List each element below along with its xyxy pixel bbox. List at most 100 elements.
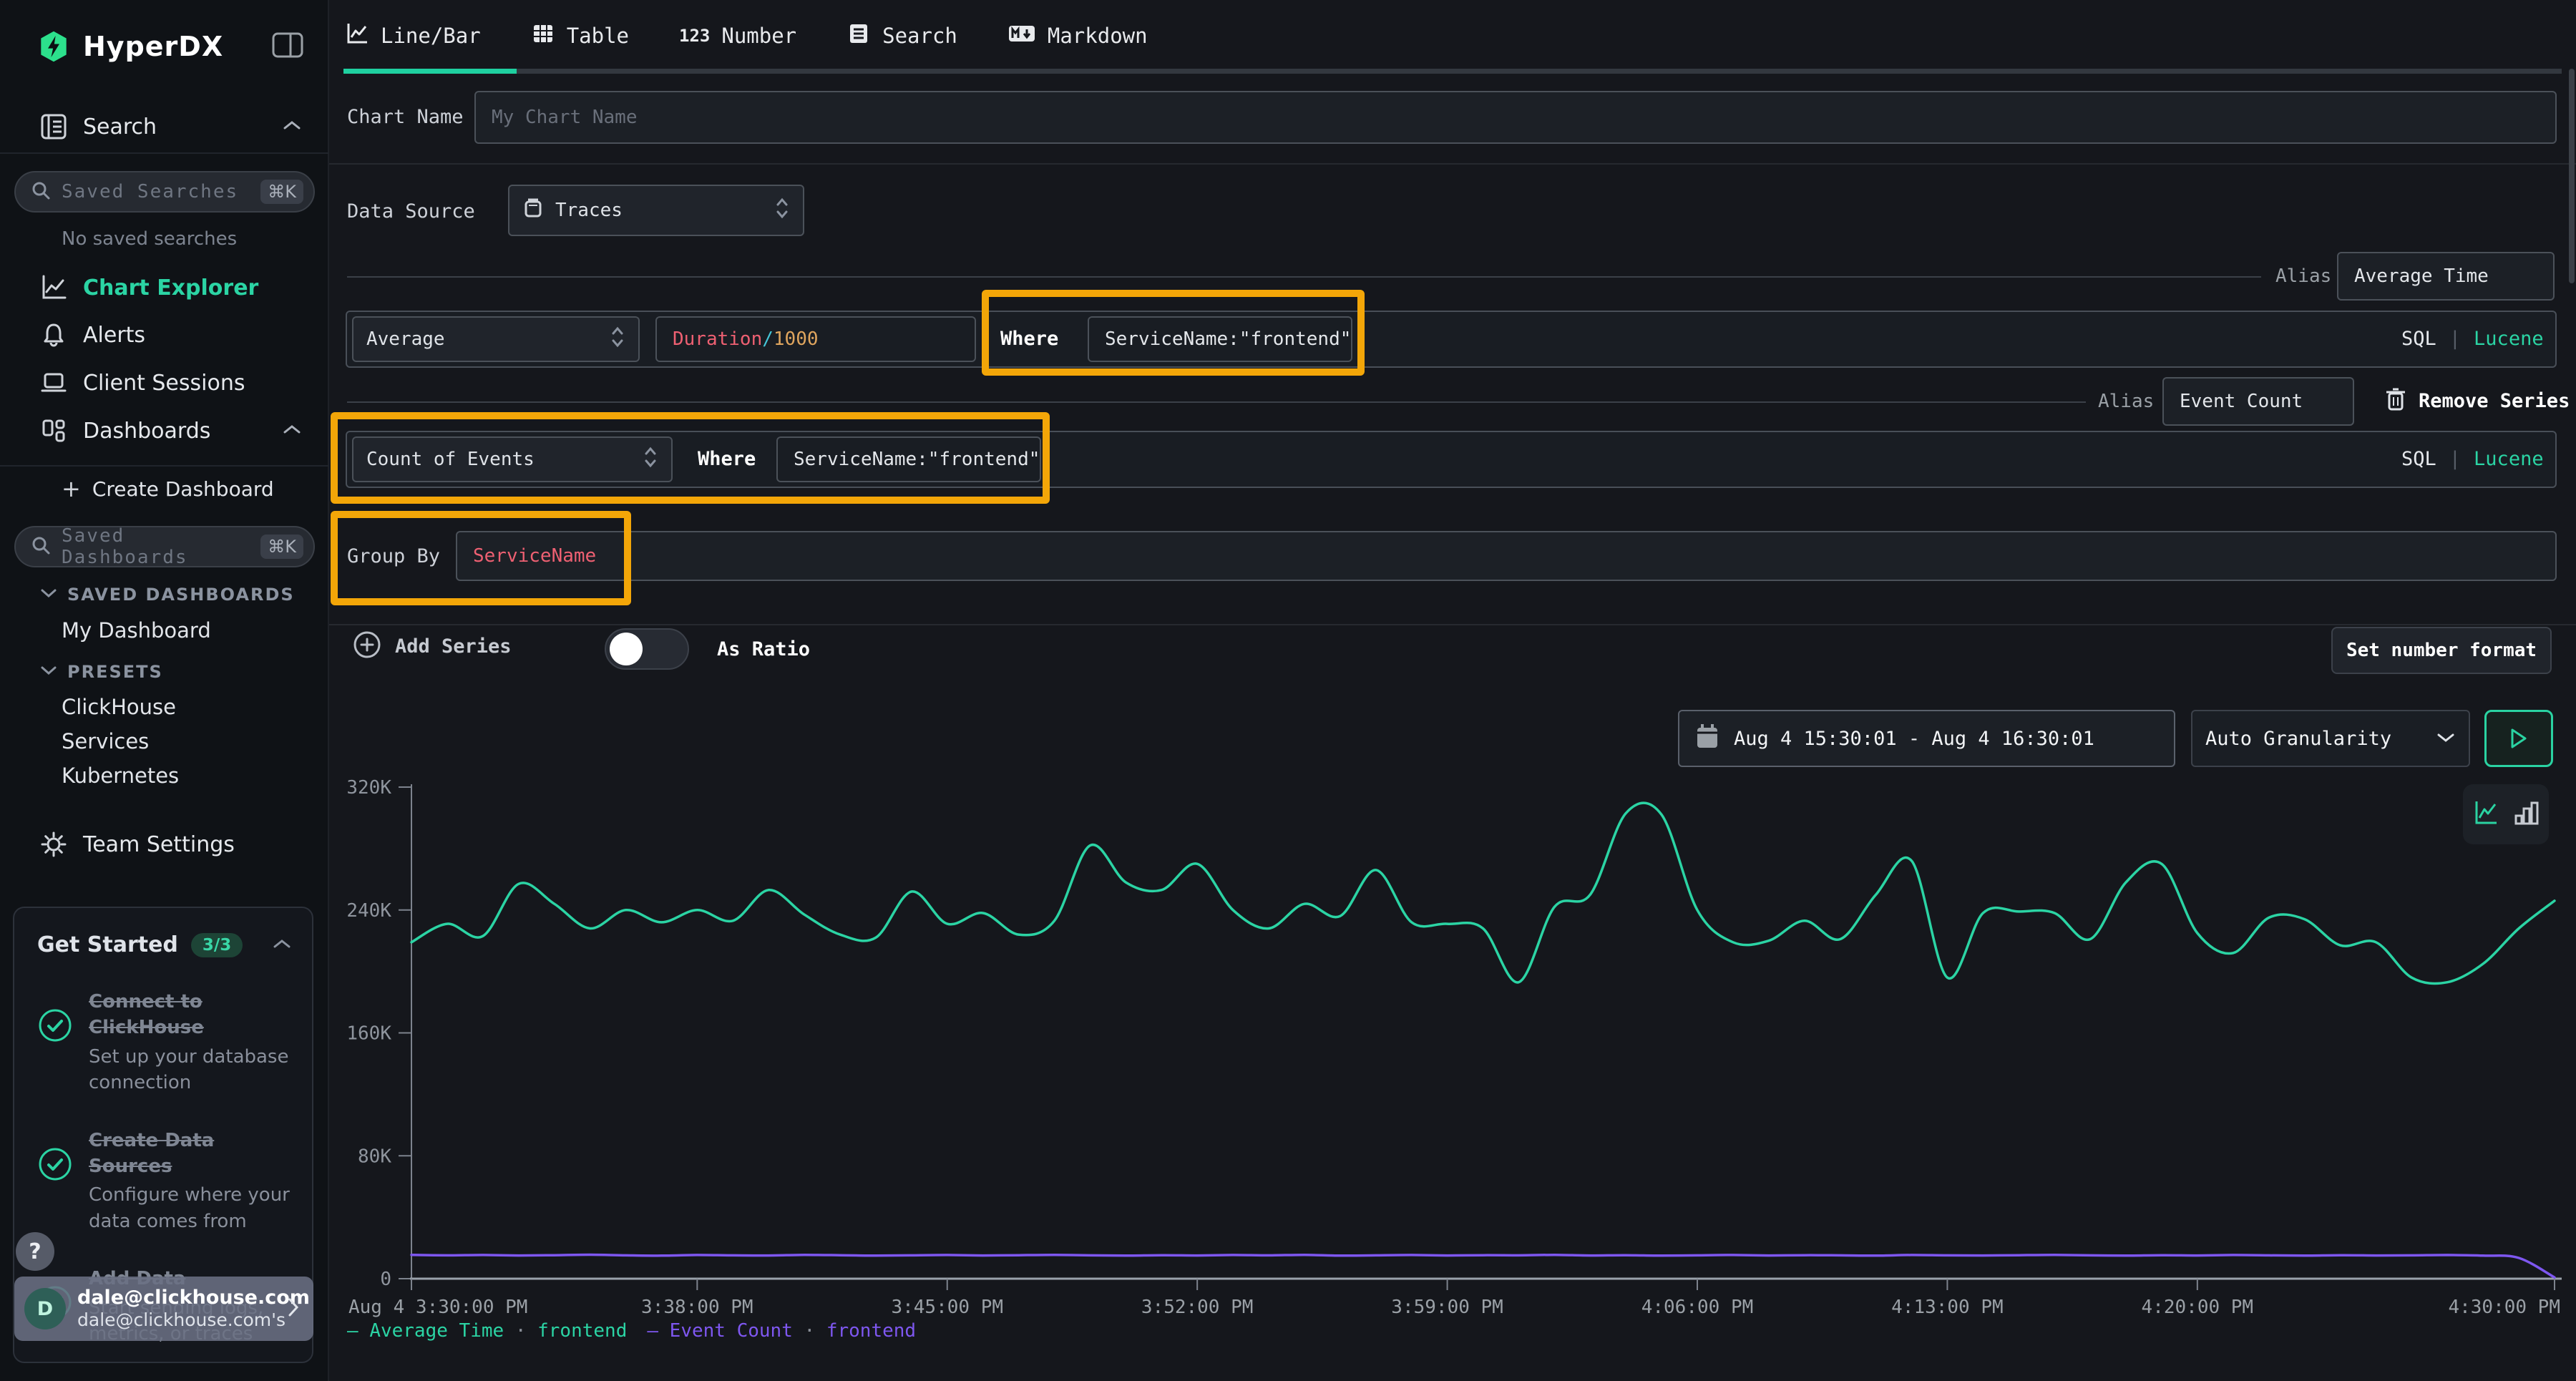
series2-language-switch: SQL | Lucene [2401, 448, 2544, 470]
get-started-step-sources[interactable]: Create Data Sources Configure where your… [37, 1128, 292, 1235]
svg-text:160K: 160K [346, 1023, 391, 1045]
check-circle-icon [37, 1128, 74, 1235]
sidebar-item-alerts[interactable]: Alerts [0, 313, 329, 356]
sidebar-item-my-dashboard[interactable]: My Dashboard [0, 613, 329, 648]
search-section-icon [37, 112, 70, 141]
get-started-title: Get Started [37, 932, 178, 957]
shortcut-badge: ⌘K [260, 180, 303, 204]
series2-aggregation-select[interactable]: Count of Events [352, 436, 673, 482]
calendar-icon [1695, 723, 1719, 755]
collapse-sidebar-icon[interactable] [272, 31, 303, 62]
add-series-button[interactable]: Add Series [352, 630, 512, 663]
sidebar-item-team-settings[interactable]: Team Settings [0, 823, 329, 866]
series2-where-input[interactable]: ServiceName:"frontend" [776, 436, 1041, 482]
group-by-input[interactable]: ServiceName [456, 531, 2557, 581]
lucene-option[interactable]: Lucene [2474, 448, 2544, 470]
svg-text:4:13:00 PM: 4:13:00 PM [1891, 1297, 2004, 1318]
svg-text:3:38:00 PM: 3:38:00 PM [641, 1297, 753, 1318]
sidebar-item-chart-explorer[interactable]: Chart Explorer [0, 266, 329, 309]
alias-label: Alias [2098, 391, 2154, 412]
saved-searches-input[interactable]: Saved Searches ⌘K [14, 171, 315, 213]
number-tab-icon: 123 [679, 26, 710, 46]
main-content: Line/Bar Table 123 Number Search Markdow… [329, 0, 2576, 1381]
tab-line-bar[interactable]: Line/Bar [345, 21, 481, 51]
legend-item-event-count[interactable]: — Event Count · frontend [647, 1320, 916, 1342]
laptop-icon [37, 369, 70, 397]
svg-text:320K: 320K [346, 777, 391, 799]
help-button[interactable]: ? [16, 1232, 54, 1271]
team-settings-label: Team Settings [83, 832, 235, 857]
check-circle-icon [37, 989, 74, 1096]
saved-dashboards-placeholder: Saved Dashboards [62, 525, 260, 568]
series1-language-switch: SQL | Lucene [2401, 328, 2544, 350]
alias-label: Alias [2275, 265, 2331, 287]
chart-line-icon [37, 273, 70, 302]
create-dashboard-button[interactable]: + Create Dashboard [0, 469, 329, 509]
sidebar-item-search[interactable]: Search [0, 104, 329, 149]
sql-option[interactable]: SQL [2401, 328, 2436, 350]
alerts-label: Alerts [83, 323, 145, 348]
user-menu[interactable]: D dale@clickhouse.com dale@clickhouse.co… [14, 1277, 313, 1341]
play-icon [2509, 728, 2528, 749]
select-chevrons-icon [643, 444, 658, 475]
svg-text:80K: 80K [358, 1146, 391, 1167]
divider [0, 465, 329, 467]
table-tab-icon [531, 21, 555, 51]
group-by-label: Group By [347, 545, 440, 567]
scrollbar-thumb[interactable] [2569, 69, 2575, 283]
sidebar-item-dashboards[interactable]: Dashboards [0, 409, 329, 452]
saved-dashboards-input[interactable]: Saved Dashboards ⌘K [14, 526, 315, 567]
user-subtitle: dale@clickhouse.com's [77, 1309, 275, 1331]
series1-field-input[interactable]: Duration/1000 [655, 316, 976, 362]
tab-search[interactable]: Search [847, 21, 957, 51]
dashboards-label: Dashboards [83, 419, 210, 444]
section-presets[interactable]: PRESETS [0, 655, 329, 688]
lucene-option[interactable]: Lucene [2474, 328, 2544, 350]
chevron-right-icon [286, 1297, 301, 1321]
search-section-label: Search [83, 114, 157, 140]
tab-number[interactable]: 123 Number [679, 24, 796, 48]
get-started-step-connect[interactable]: Connect to ClickHouse Set up your databa… [37, 989, 292, 1096]
user-email: dale@clickhouse.com [77, 1287, 275, 1309]
sql-option[interactable]: SQL [2401, 448, 2436, 470]
get-started-progress-badge: 3/3 [191, 933, 243, 957]
series1-aggregation-select[interactable]: Average [352, 316, 640, 362]
chart-name-input[interactable]: My Chart Name [474, 91, 2557, 144]
sidebar-item-kubernetes[interactable]: Kubernetes [0, 758, 329, 793]
svg-text:3:52:00 PM: 3:52:00 PM [1141, 1297, 1254, 1318]
time-range-value: Aug 4 15:30:01 - Aug 4 16:30:01 [1734, 728, 2094, 750]
series1-where-label: Where [1000, 328, 1058, 350]
legend-item-average-time[interactable]: — Average Time · frontend [347, 1320, 627, 1342]
chevron-up-icon[interactable] [272, 937, 292, 953]
shortcut-badge: ⌘K [260, 535, 303, 559]
set-number-format-button[interactable]: Set number format [2331, 627, 2552, 674]
avatar: D [24, 1288, 66, 1329]
series1-alias-input[interactable]: Average Time [2337, 252, 2555, 301]
dashboards-grid-icon [37, 416, 70, 445]
chevron-up-icon [282, 119, 302, 135]
remove-series-button[interactable]: Remove Series [2384, 386, 2570, 415]
svg-text:3:45:00 PM: 3:45:00 PM [891, 1297, 1003, 1318]
data-source-select[interactable]: Traces [508, 185, 804, 236]
tab-table[interactable]: Table [531, 21, 629, 51]
tab-markdown[interactable]: Markdown [1008, 21, 1148, 51]
search-tab-icon [847, 21, 871, 51]
svg-text:4:20:00 PM: 4:20:00 PM [2142, 1297, 2254, 1318]
as-ratio-toggle[interactable] [605, 628, 689, 670]
divider [347, 276, 2261, 278]
no-saved-searches-text: No saved searches [0, 223, 329, 255]
markdown-tab-icon [1008, 21, 1036, 51]
database-icon [522, 196, 544, 225]
chevron-down-icon [40, 665, 57, 679]
sidebar-item-services[interactable]: Services [0, 724, 329, 758]
chart-type-tabs: Line/Bar Table 123 Number Search Markdow… [329, 0, 2576, 72]
sidebar-item-clickhouse[interactable]: ClickHouse [0, 690, 329, 724]
section-saved-dashboards[interactable]: SAVED DASHBOARDS [0, 578, 329, 611]
series2-alias-input[interactable]: Event Count [2162, 377, 2354, 426]
search-icon [30, 535, 52, 559]
series1-where-input[interactable]: ServiceName:"frontend" [1088, 316, 1352, 362]
divider [0, 152, 329, 154]
as-ratio-label: As Ratio [717, 638, 810, 660]
sidebar-item-client-sessions[interactable]: Client Sessions [0, 361, 329, 404]
chart-canvas[interactable]: 080K160K240K320KAug 4 3:30:00 PM3:38:00 … [329, 758, 2576, 1331]
